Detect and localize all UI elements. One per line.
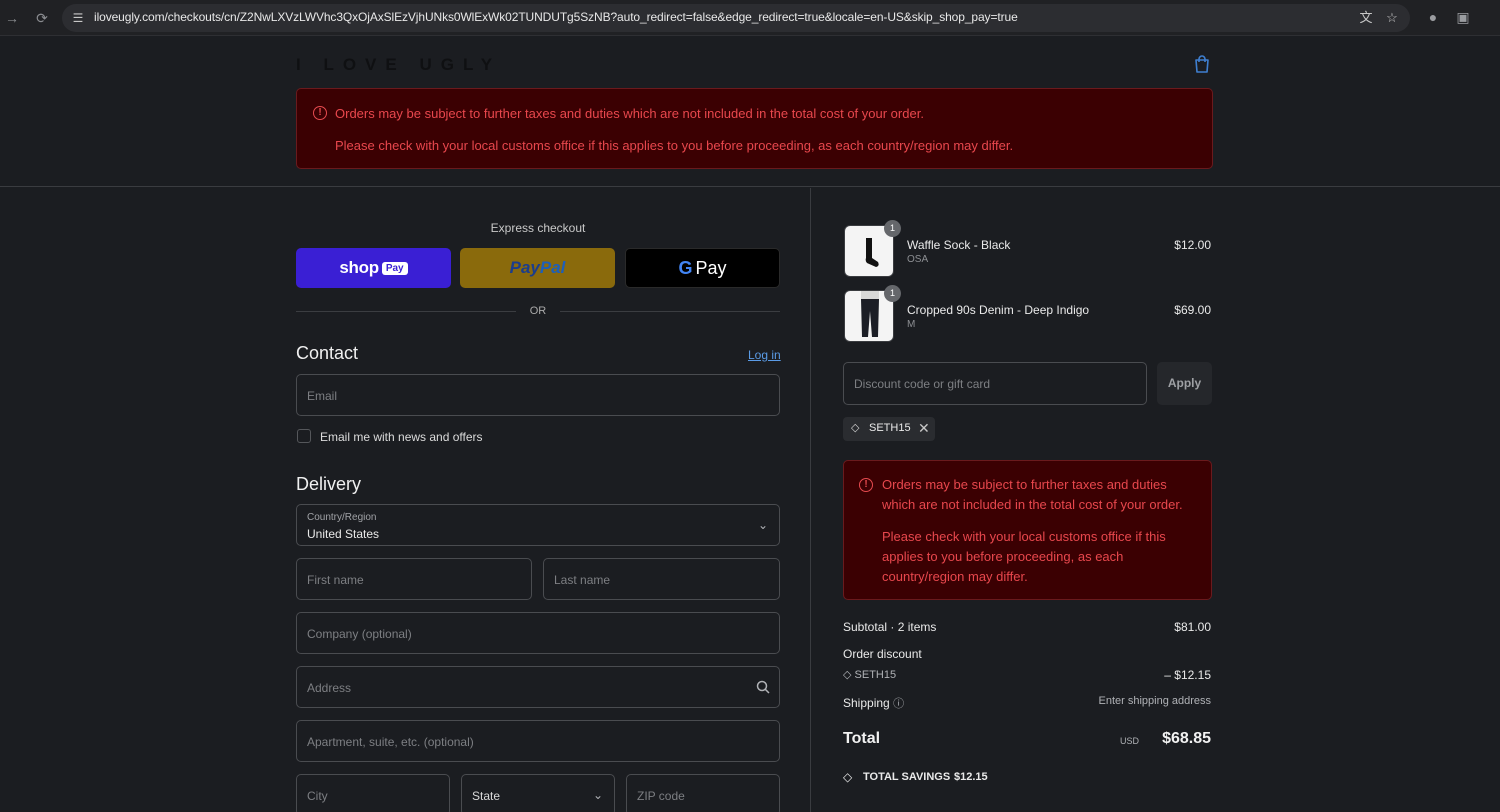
quantity-badge: 1: [884, 220, 901, 237]
or-divider: OR: [296, 304, 780, 318]
banner-text-2: Please check with your local customs off…: [335, 138, 1014, 153]
forward-icon[interactable]: →: [2, 8, 22, 28]
duties-banner-summary: ! Orders may be subject to further taxes…: [843, 460, 1212, 600]
chevron-down-icon: ⌄: [757, 518, 769, 532]
applied-discount-chip: ◇ SETH15 ✕: [843, 417, 935, 441]
country-label: Country/Region: [307, 512, 377, 523]
subtotal-value: $81.00: [1174, 620, 1211, 634]
item-price: $12.00: [1174, 238, 1211, 252]
star-icon[interactable]: ☆: [1384, 10, 1400, 26]
total-label: Total: [843, 730, 881, 747]
state-placeholder: State: [472, 789, 501, 803]
order-summary: 1 Waffle Sock - Black OSA $12.00 1 Cropp…: [812, 188, 1500, 812]
discount-code-label: SETH15: [869, 422, 911, 434]
divider-line: [560, 311, 780, 312]
site-settings-icon[interactable]: ☰: [70, 10, 86, 26]
savings-label: TOTAL SAVINGS: [863, 771, 951, 783]
state-select[interactable]: State ⌄: [461, 774, 615, 812]
item-name: Waffle Sock - Black: [907, 238, 1011, 252]
tag-icon: ◇: [851, 422, 860, 434]
discount-placeholder: Discount code or gift card: [854, 377, 991, 391]
banner-text-1: Orders may be subject to further taxes a…: [335, 106, 924, 121]
city-field[interactable]: City: [296, 774, 450, 812]
email-placeholder: Email: [307, 389, 338, 403]
puzzle-icon[interactable]: ▣: [1454, 8, 1472, 26]
quantity-badge: 1: [884, 285, 901, 302]
browser-toolbar: → ⟳ ☰ iloveugly.com/checkouts/cn/Z2NwLXV…: [0, 0, 1500, 36]
country-value: United States: [307, 527, 380, 541]
company-field[interactable]: Company (optional): [296, 612, 780, 654]
discount-code: SETH15: [854, 669, 897, 681]
alert-icon: !: [313, 106, 327, 120]
item-price: $69.00: [1174, 303, 1211, 317]
checkout-form: Express checkout shop Pay PayPal G Pay O…: [0, 188, 811, 812]
shop-pay-button[interactable]: shop Pay: [296, 248, 451, 288]
item-variant: OSA: [907, 254, 929, 265]
delivery-title: Delivery: [296, 474, 362, 494]
checkout-header: I LOVE UGLY ! Orders may be subject to f…: [0, 37, 1500, 187]
google-g-icon: G: [678, 257, 693, 278]
first-name-placeholder: First name: [307, 573, 364, 587]
tag-icon: ◇: [843, 669, 855, 681]
duties-banner: ! Orders may be subject to further taxes…: [296, 88, 1213, 169]
cart-icon[interactable]: [1193, 54, 1211, 74]
google-pay-label: Pay: [695, 257, 727, 278]
country-select[interactable]: Country/Region United States ⌄: [296, 504, 780, 546]
translate-icon[interactable]: 文: [1358, 10, 1374, 26]
shop-pay-logo: shop: [339, 258, 379, 277]
apartment-placeholder: Apartment, suite, etc. (optional): [307, 735, 474, 749]
zip-placeholder: ZIP code: [637, 789, 685, 803]
search-icon[interactable]: [755, 679, 771, 695]
last-name-placeholder: Last name: [554, 573, 611, 587]
discount-value: – $12.15: [1164, 668, 1211, 682]
address-field[interactable]: Address: [296, 666, 780, 708]
close-icon[interactable]: ✕: [918, 420, 930, 437]
banner-text-2: Please check with your local customs off…: [882, 529, 1166, 584]
discount-code-row: ◇ SETH15: [843, 668, 896, 681]
extension-icon[interactable]: ●: [1424, 8, 1442, 26]
store-logo[interactable]: I LOVE UGLY: [296, 55, 501, 75]
total-currency: USD: [1119, 736, 1139, 746]
url-text[interactable]: iloveugly.com/checkouts/cn/Z2NwLXVzLWVhc…: [94, 10, 1018, 24]
last-name-field[interactable]: Last name: [543, 558, 780, 600]
chevron-down-icon: ⌄: [592, 788, 604, 802]
item-variant: M: [907, 319, 916, 330]
apply-button[interactable]: Apply: [1157, 362, 1212, 405]
order-discount-label: Order discount: [843, 647, 922, 661]
express-checkout-label: Express checkout: [490, 221, 586, 235]
shop-pay-badge: Pay: [381, 261, 408, 275]
banner-text-1: Orders may be subject to further taxes a…: [882, 477, 1183, 512]
savings-value: $12.15: [954, 771, 988, 783]
discount-code-input[interactable]: Discount code or gift card: [843, 362, 1147, 405]
google-pay-button[interactable]: G Pay: [625, 248, 780, 288]
subtotal-label: Subtotal · 2 items: [843, 620, 937, 634]
tag-icon: ◇: [843, 770, 853, 784]
help-icon[interactable]: ⓘ: [893, 698, 904, 710]
address-bar[interactable]: ☰ iloveugly.com/checkouts/cn/Z2NwLXVzLWV…: [62, 4, 1410, 32]
reload-icon[interactable]: ⟳: [32, 8, 52, 28]
apartment-field[interactable]: Apartment, suite, etc. (optional): [296, 720, 780, 762]
first-name-field[interactable]: First name: [296, 558, 532, 600]
paypal-button[interactable]: PayPal: [460, 248, 615, 288]
shipping-row: Shipping ⓘ: [843, 695, 904, 711]
shipping-label: Shipping: [843, 696, 890, 710]
zip-field[interactable]: ZIP code: [626, 774, 780, 812]
login-link[interactable]: Log in: [748, 348, 781, 362]
total-value: $68.85: [1162, 730, 1211, 747]
address-placeholder: Address: [307, 681, 352, 695]
shipping-value: Enter shipping address: [1098, 695, 1211, 707]
item-name: Cropped 90s Denim - Deep Indigo: [907, 303, 1090, 317]
company-placeholder: Company (optional): [307, 627, 412, 641]
alert-icon: !: [859, 478, 873, 492]
city-placeholder: City: [307, 789, 328, 803]
newsletter-checkbox[interactable]: [297, 429, 311, 443]
paypal-logo: PayPal: [509, 258, 566, 277]
newsletter-label[interactable]: Email me with news and offers: [320, 430, 483, 444]
email-field[interactable]: Email: [296, 374, 780, 416]
contact-title: Contact: [296, 343, 359, 363]
